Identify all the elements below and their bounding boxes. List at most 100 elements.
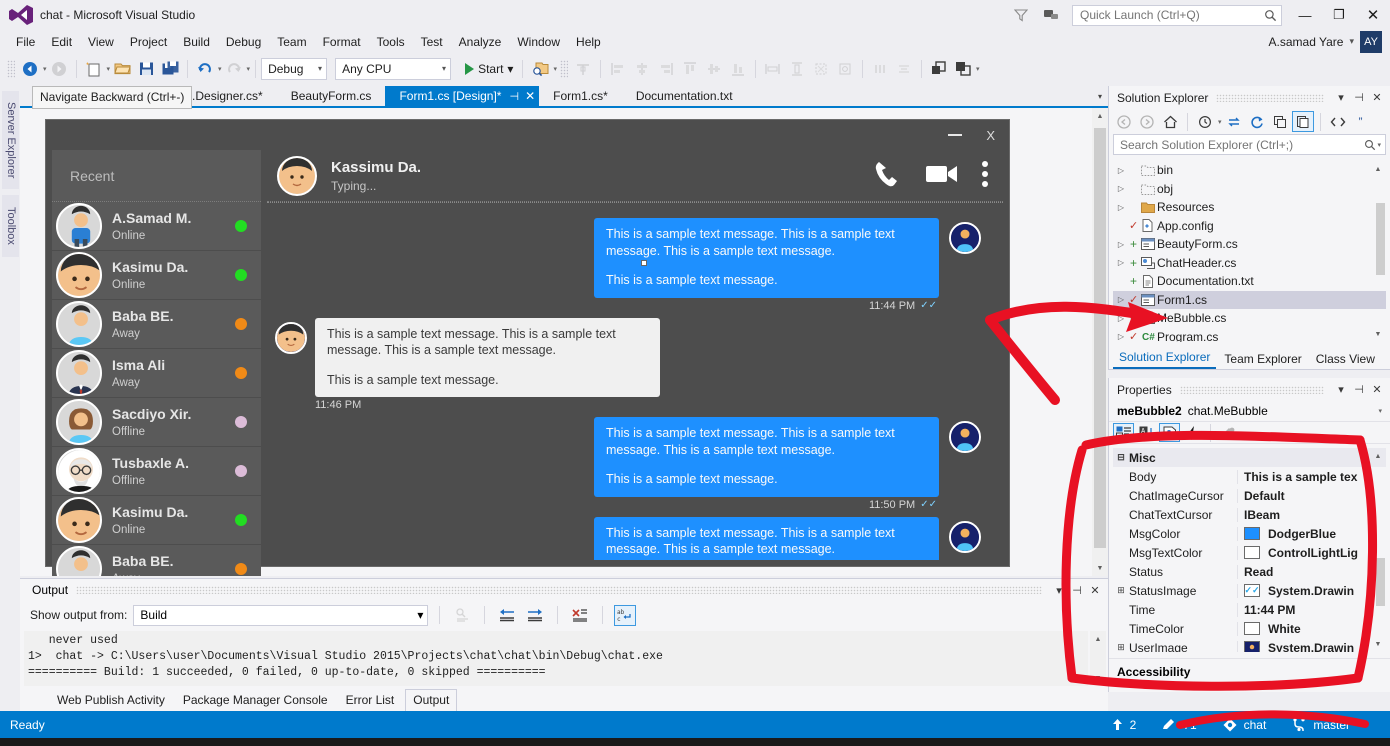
pin-icon[interactable]: ⊣ [1068,581,1086,599]
save-icon[interactable] [134,57,158,81]
property-row[interactable]: Time11:44 PM [1113,600,1386,619]
tab-team-explorer[interactable]: Team Explorer [1218,350,1307,369]
chat-close-icon[interactable]: X [986,128,995,143]
align-tops-icon[interactable] [678,57,702,81]
toolbar-grip[interactable] [7,60,15,78]
property-category-row[interactable]: ⊟ Misc [1113,448,1386,467]
categorized-icon[interactable] [1113,423,1134,442]
chevron-down-icon[interactable]: ▾ [1378,407,1382,415]
menu-tools[interactable]: Tools [369,32,413,52]
solution-explorer-search-box[interactable]: ▾ [1113,134,1386,155]
menu-window[interactable]: Window [509,32,568,52]
save-all-icon[interactable] [158,57,182,81]
tab-overflow-icon[interactable]: ▾ [1092,86,1108,106]
expander-icon[interactable]: ▷ [1113,295,1129,304]
close-icon[interactable]: ✕ [1368,381,1386,399]
scroll-up-icon[interactable]: ▲ [1092,108,1108,124]
quick-launch-box[interactable] [1072,5,1282,26]
vtab-toolbox[interactable]: Toolbox [2,195,19,257]
video-icon[interactable] [925,162,959,189]
row-expander-icon[interactable]: ⊞ [1113,642,1129,652]
undo-icon[interactable] [193,57,217,81]
show-output-from-combo[interactable]: Build ▾ [133,605,428,626]
close-icon[interactable]: ✕ [525,89,535,103]
solution-configuration-combo[interactable]: Debug ▾ [261,58,327,80]
make-same-width-icon[interactable] [761,57,785,81]
menu-help[interactable]: Help [568,32,609,52]
show-all-files-icon[interactable] [1292,111,1314,132]
property-row[interactable]: StatusRead [1113,562,1386,581]
tab-form1-cs-design[interactable]: Form1.cs [Design]* ⊣ ✕ [385,86,539,106]
property-row[interactable]: TimeColorWhite [1113,619,1386,638]
find-in-files-icon[interactable] [528,57,552,81]
contact-item[interactable]: A.Samad M.Online [52,202,261,251]
start-debug-button[interactable]: Start ▾ [461,62,517,76]
chat-form-preview[interactable]: X Recent A.Samad M.Online Kasimu Da.Onli… [45,119,1010,567]
property-grid[interactable]: ⊟ Misc BodyThis is a sample texChatImage… [1113,448,1386,652]
align-lefts-icon[interactable] [606,57,630,81]
menu-test[interactable]: Test [413,32,451,52]
redo-icon[interactable] [222,57,246,81]
tree-scroll-thumb[interactable] [1376,203,1385,275]
toggle-word-wrap-icon[interactable]: abc [614,605,636,626]
tab-form1-cs[interactable]: Form1.cs* [539,86,622,106]
back-icon[interactable] [1113,111,1135,132]
panel-drag-dots[interactable] [1216,94,1324,102]
expander-icon[interactable]: ▷ [1113,258,1129,267]
open-file-icon[interactable] [110,57,134,81]
tree-node[interactable]: ▷+MeBubble.cs [1113,309,1386,328]
contact-item[interactable]: Baba BE.Away [52,545,261,576]
menu-view[interactable]: View [80,32,122,52]
center-horizontally-icon[interactable] [892,57,916,81]
make-horizontal-spacing-equal-icon[interactable] [868,57,892,81]
go-to-next-message-icon[interactable] [524,605,546,626]
panel-drag-dots[interactable] [76,586,1042,594]
home-icon[interactable] [1159,111,1181,132]
quick-launch-input[interactable] [1080,8,1264,22]
feedback-funnel-icon[interactable] [1006,1,1036,29]
tree-node[interactable]: ✓App.config [1113,217,1386,236]
tree-node[interactable]: +Documentation.txt [1113,272,1386,291]
panel-menu-icon[interactable]: ▾ [1050,581,1068,599]
scroll-down-icon[interactable]: ▼ [1090,670,1106,686]
align-to-grid-icon[interactable] [571,57,595,81]
vtab-server-explorer[interactable]: Server Explorer [2,91,19,189]
contact-item[interactable]: Tusbaxle A.Offline [52,447,261,496]
message-list[interactable]: This is a sample text message. This is a… [267,202,1003,560]
tree-node[interactable]: ▷+ChatHeader.cs [1113,254,1386,273]
selection-handle[interactable] [641,260,647,266]
tree-node[interactable]: ▷bin [1113,161,1386,180]
new-project-icon[interactable] [82,57,106,81]
pin-icon[interactable]: ⊣ [1350,89,1368,107]
find-message-icon[interactable] [451,605,473,626]
events-view-icon[interactable] [1182,423,1203,442]
pin-icon[interactable]: ⊣ [509,90,519,103]
property-value[interactable]: ✓✓System.Drawin [1237,584,1386,598]
grid-scroll-up-icon[interactable]: ▲ [1370,448,1386,464]
expander-icon[interactable]: ▷ [1113,240,1129,249]
alphabetical-icon[interactable]: A [1136,423,1157,442]
collapse-all-icon[interactable] [1269,111,1291,132]
expander-icon[interactable]: ▷ [1113,203,1129,212]
navigate-backward-icon[interactable] [18,57,42,81]
status-branch[interactable]: master [1292,718,1350,732]
panel-menu-icon[interactable]: ▾ [1332,89,1350,107]
message-row[interactable]: This is a sample text message. This is a… [267,214,1003,314]
tree-node[interactable]: ▷obj [1113,180,1386,199]
size-to-grid-icon[interactable] [809,57,833,81]
more-vertical-icon[interactable] [981,160,989,191]
navigate-forward-icon[interactable] [47,57,71,81]
account-zone[interactable]: A.samad Yare ▾ AY [1269,31,1390,53]
restore-button[interactable]: ❐ [1322,1,1356,29]
collapse-icon[interactable]: ⊟ [1113,452,1129,463]
chevron-down-icon[interactable]: ▾ [442,64,446,73]
tree-node[interactable]: ▷Resources [1113,198,1386,217]
grid-scroll-thumb[interactable] [1376,558,1385,606]
menu-build[interactable]: Build [175,32,218,52]
chevron-down-icon[interactable]: ▾ [318,64,322,73]
make-same-height-icon[interactable] [785,57,809,81]
status-unpublished-changes[interactable]: 2 [1112,718,1137,732]
tab-web-publish-activity[interactable]: Web Publish Activity [50,690,172,711]
menu-project[interactable]: Project [122,32,175,52]
forward-icon[interactable] [1136,111,1158,132]
